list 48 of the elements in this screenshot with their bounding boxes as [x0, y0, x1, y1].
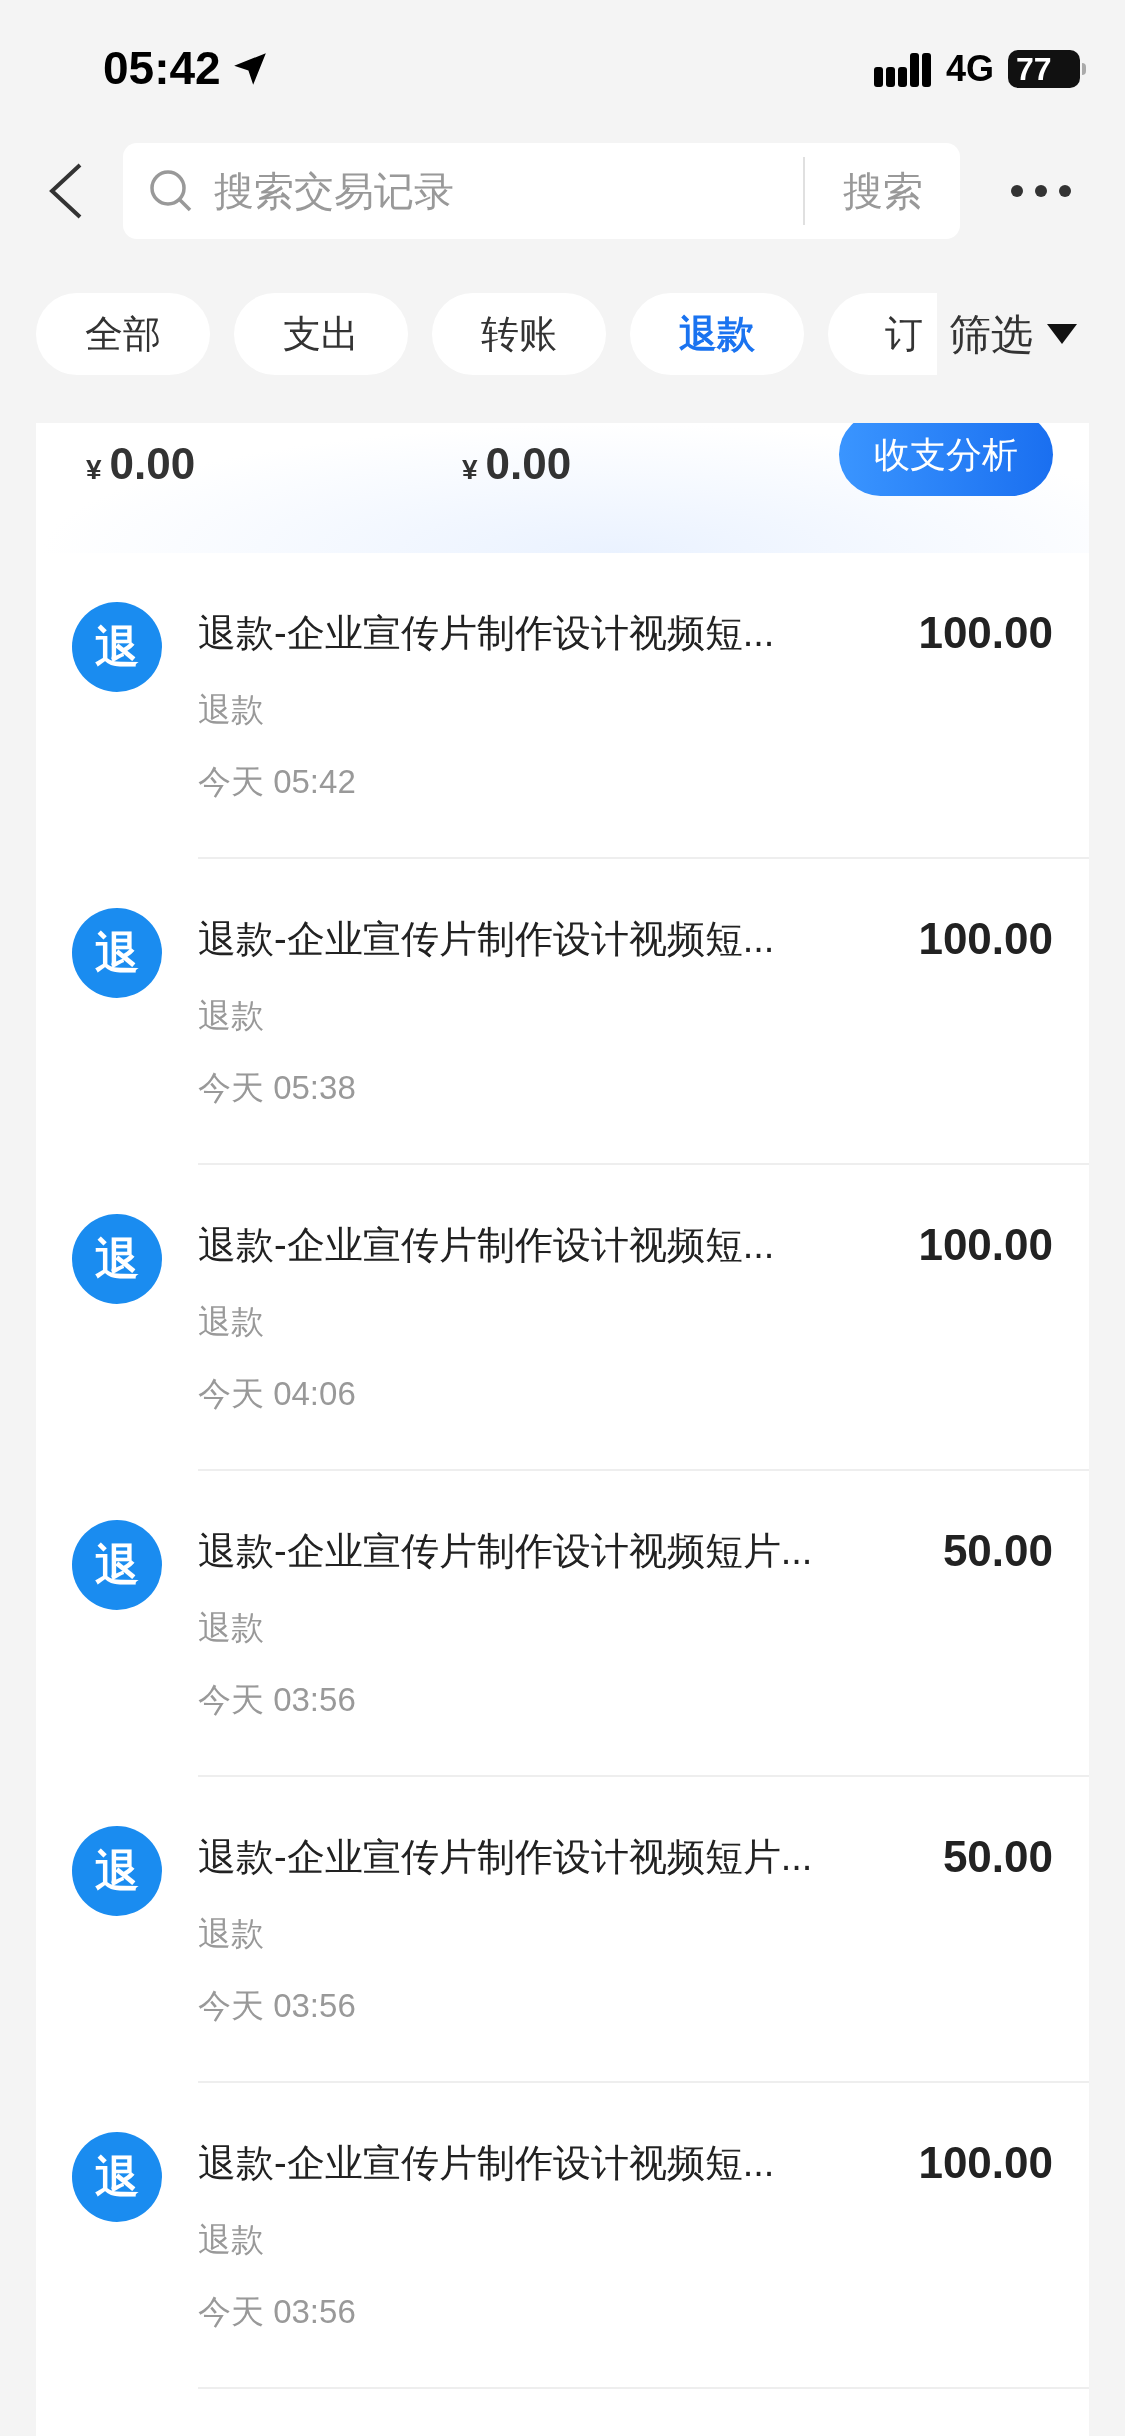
transaction-amount: 50.00	[942, 1525, 1053, 1577]
transaction-amount: 50.00	[942, 1831, 1053, 1883]
battery-level: 77	[1008, 49, 1080, 88]
transaction-time: 今天 03:56	[198, 1680, 357, 1720]
transaction-title[interactable]: 退款-企业宣传片制作设计视频短片...	[198, 1827, 943, 1887]
transaction-type: 退款	[198, 1914, 265, 1954]
refund-badge-icon: 退	[72, 1826, 162, 1916]
more-icon[interactable]	[1010, 184, 1072, 198]
analysis-button[interactable]: 收支分析	[839, 423, 1053, 496]
transaction-type: 退款	[198, 996, 265, 1036]
transaction-time: 今天 05:42	[198, 762, 357, 802]
search-icon	[148, 168, 194, 214]
currency-symbol: ¥	[462, 453, 478, 487]
status-time: 05:42	[103, 41, 221, 96]
transaction-title[interactable]: 退款-企业宣传片制作设计视频短...	[198, 2133, 919, 2193]
transaction-type: 退款	[198, 2220, 265, 2260]
transaction-type: 退款	[198, 1302, 265, 1342]
refund-badge-icon: 退	[72, 2132, 162, 2222]
refund-badge-icon: 退	[72, 602, 162, 692]
filter-tab[interactable]: 全部	[36, 293, 210, 375]
transaction-time: 今天 03:56	[198, 1986, 357, 2026]
transaction-time: 今天 05:38	[198, 1068, 357, 1108]
transaction-type: 退款	[198, 690, 265, 730]
refund-badge-icon: 退	[72, 1214, 162, 1304]
transaction-type: 退款	[198, 1608, 265, 1648]
refund-badge-icon: 退	[72, 1520, 162, 1610]
refund-badge-icon: 退	[72, 908, 162, 998]
filter-tab[interactable]: 支出	[234, 293, 408, 375]
transaction-time: 今天 04:06	[198, 1374, 357, 1414]
transaction-amount: 100.00	[918, 1219, 1053, 1271]
transaction-amount: 100.00	[918, 913, 1053, 965]
transaction-title[interactable]: 退款-企业宣传片制作设计视频短片...	[198, 1521, 943, 1581]
filter-tab[interactable]: 转账	[432, 293, 606, 375]
summary-amount: 0.00	[109, 438, 196, 490]
transaction-title[interactable]: 退款-企业宣传片制作设计视频短...	[198, 603, 919, 663]
transaction-amount: 100.00	[918, 607, 1053, 659]
transaction-title[interactable]: 退款-企业宣传片制作设计视频短...	[198, 909, 919, 969]
summary-amount: 0.00	[485, 438, 572, 490]
network-type: 4G	[945, 46, 994, 91]
filter-label[interactable]: 筛选	[949, 302, 1033, 366]
transaction-amount: 100.00	[918, 2137, 1053, 2189]
search-input[interactable]: 搜索交易记录	[214, 161, 803, 221]
currency-symbol: ¥	[86, 453, 102, 487]
transaction-time: 今天 03:56	[198, 2292, 357, 2332]
caret-icon[interactable]	[1047, 324, 1077, 344]
filter-tab[interactable]: 退款	[630, 293, 804, 375]
transaction-title[interactable]: 退款-企业宣传片制作设计视频短...	[198, 1215, 919, 1275]
filter-tab[interactable]: 订	[828, 293, 937, 375]
